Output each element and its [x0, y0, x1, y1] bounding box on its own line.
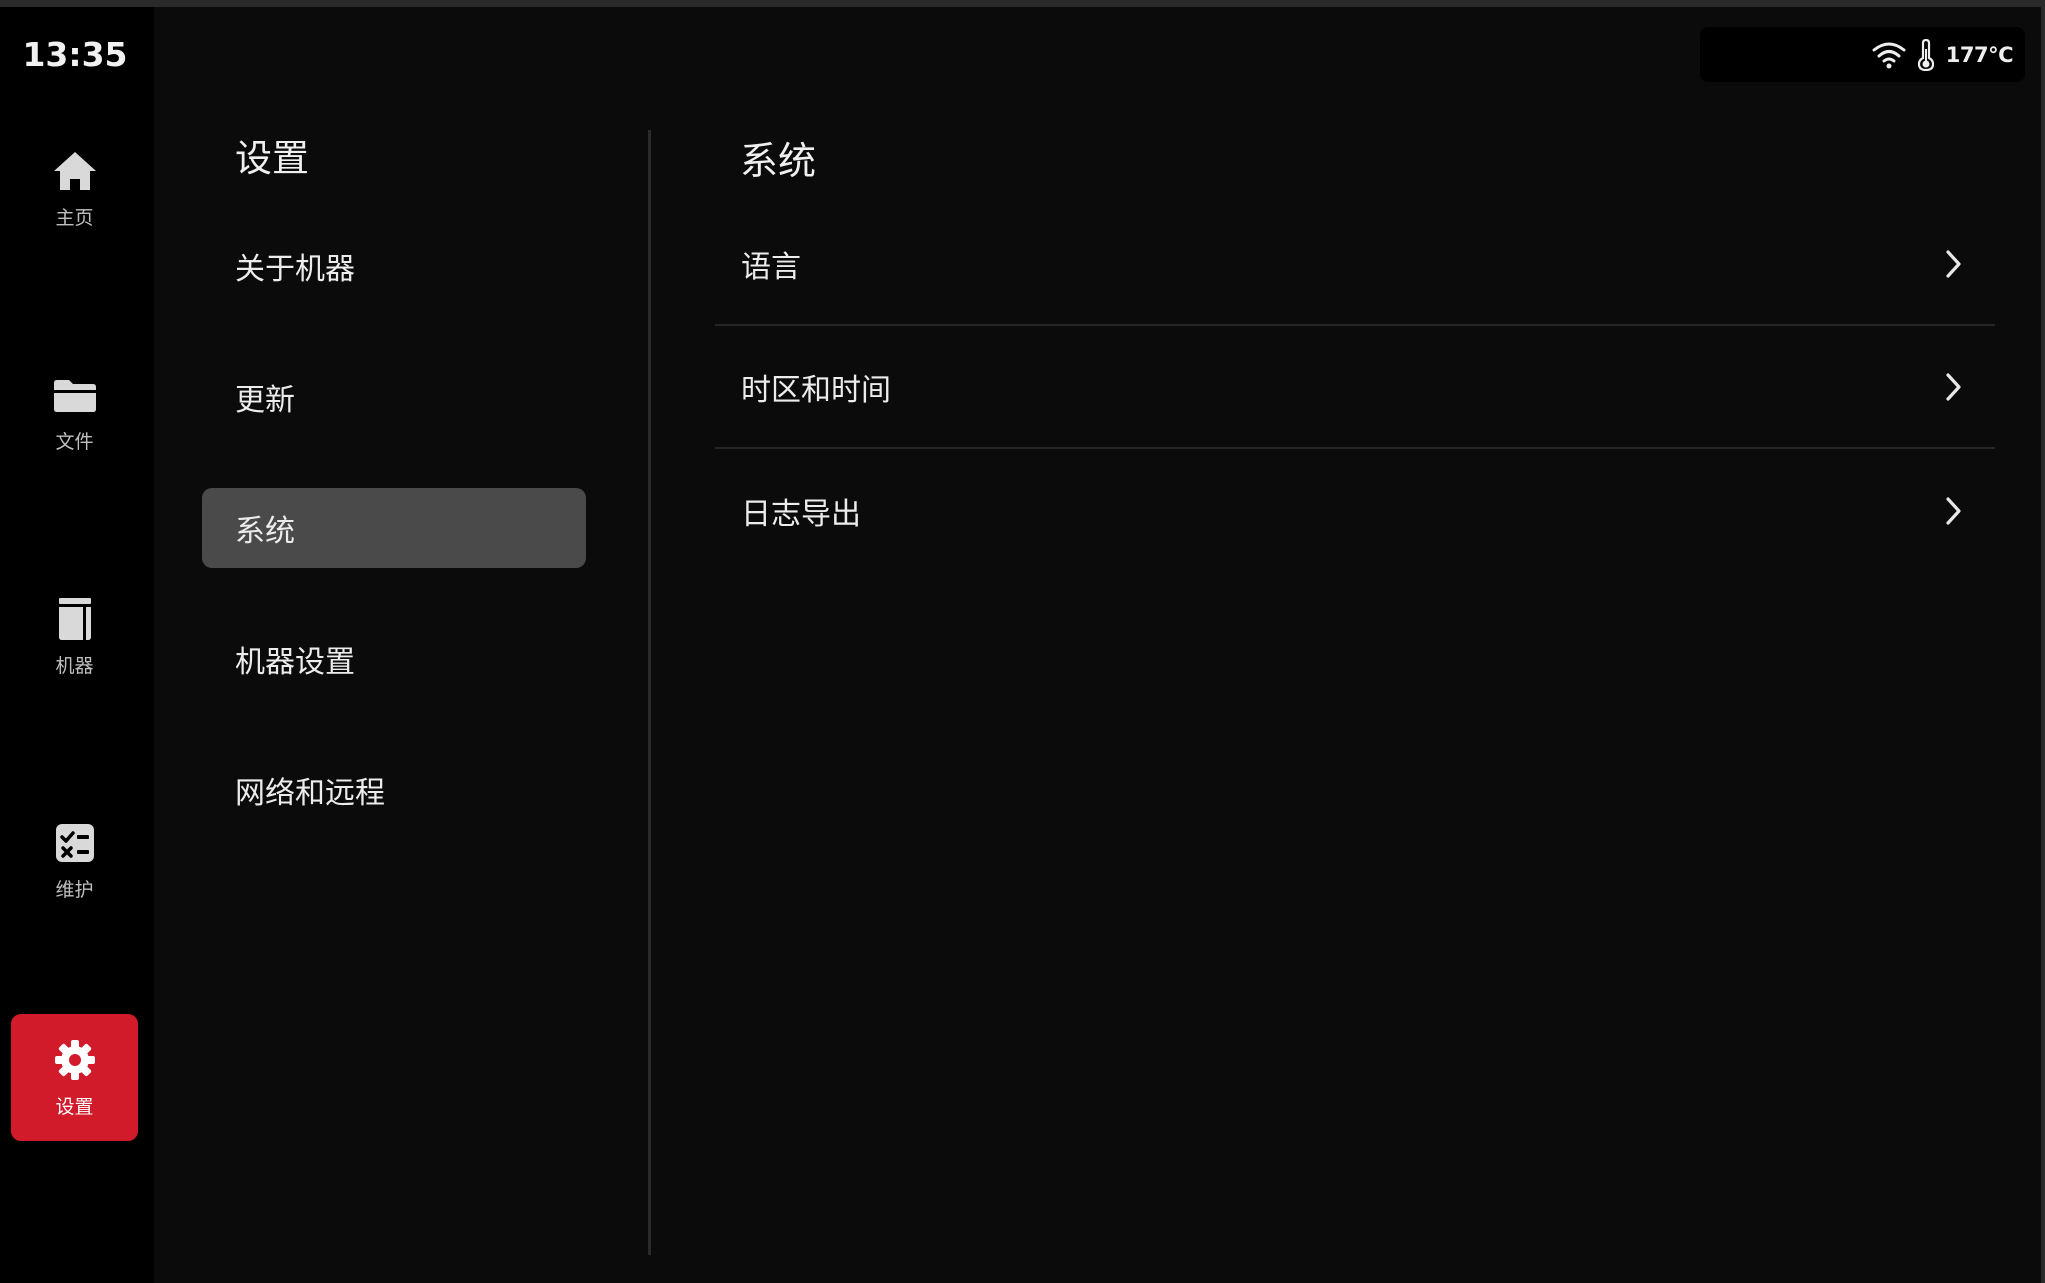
row-label: 日志导出 [741, 497, 861, 532]
row-label: 时区和时间 [741, 373, 891, 408]
chevron-right-icon [1946, 373, 1961, 401]
menu-item-label: 更新 [235, 383, 295, 418]
nav-item-maintenance[interactable]: 维护 [11, 797, 138, 924]
nav-label-files: 文件 [55, 431, 94, 453]
status-bar: 177℃ [1700, 27, 2025, 82]
screen: 13:35 主页 文件 机器 维护 设置 177℃ 设置 关于机器 更新 系统 … [0, 0, 2045, 1283]
nav-item-home[interactable]: 主页 [11, 125, 138, 252]
nav-item-files[interactable]: 文件 [11, 349, 138, 476]
nav-item-settings[interactable]: 设置 [11, 1014, 138, 1141]
thermometer-icon [1917, 38, 1934, 71]
nav-label-home: 主页 [55, 207, 94, 229]
settings-title: 设置 [235, 137, 309, 180]
pane-divider [648, 130, 651, 1255]
chevron-right-icon [1946, 497, 1961, 525]
home-icon [53, 152, 96, 190]
row-log-export[interactable]: 日志导出 [715, 450, 1995, 572]
menu-item-about-machine[interactable]: 关于机器 [202, 226, 586, 306]
row-timezone-time[interactable]: 时区和时间 [715, 327, 1995, 449]
right-edge [2041, 0, 2045, 1283]
menu-item-label: 关于机器 [235, 252, 355, 287]
menu-item-update[interactable]: 更新 [202, 357, 586, 437]
chevron-right-icon [1946, 250, 1961, 278]
row-label: 语言 [741, 250, 801, 285]
nav-label-machine: 机器 [55, 655, 94, 677]
detail-title: 系统 [740, 139, 817, 183]
menu-item-label: 系统 [235, 514, 295, 549]
machine-icon [58, 598, 91, 640]
wifi-icon [1872, 42, 1906, 68]
menu-item-system[interactable]: 系统 [202, 488, 586, 568]
nav-rail: 13:35 主页 文件 机器 维护 设置 [0, 7, 154, 1283]
maintenance-icon [55, 824, 94, 862]
nav-item-machine[interactable]: 机器 [11, 573, 138, 700]
menu-item-machine-settings[interactable]: 机器设置 [202, 619, 586, 699]
folder-icon [53, 380, 96, 412]
menu-item-label: 网络和远程 [235, 776, 385, 811]
nav-label-maintenance: 维护 [55, 879, 94, 901]
top-edge [0, 0, 2045, 7]
nav-label-settings: 设置 [55, 1096, 94, 1118]
menu-item-label: 机器设置 [235, 645, 355, 680]
clock: 13:35 [22, 35, 128, 74]
gear-icon [54, 1040, 95, 1080]
menu-item-network-remote[interactable]: 网络和远程 [202, 750, 586, 830]
temperature-readout: 177℃ [1945, 42, 2014, 67]
row-language[interactable]: 语言 [715, 204, 1995, 326]
